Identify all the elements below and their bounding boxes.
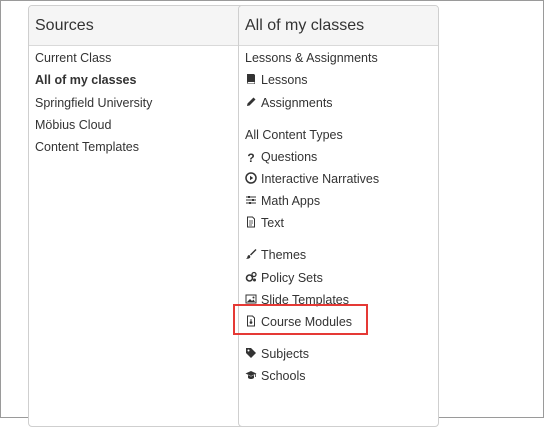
content-item-questions[interactable]: ? Questions [245, 149, 317, 165]
content-item-label: Schools [261, 369, 306, 383]
content-item-policy-sets[interactable]: Policy Sets [245, 270, 323, 286]
sources-panel-title: Sources [29, 6, 256, 46]
content-item-label: Text [261, 216, 284, 230]
book-icon [245, 73, 257, 85]
content-item-schools[interactable]: Schools [245, 368, 305, 384]
content-item-label: Lessons [261, 73, 308, 87]
content-item-label: Math Apps [261, 194, 321, 208]
source-item-content-templates[interactable]: Content Templates [35, 139, 139, 155]
play-circle-icon [245, 172, 257, 184]
content-item-themes[interactable]: Themes [245, 247, 306, 263]
content-item-interactive-narratives[interactable]: Interactive Narratives [245, 171, 379, 187]
content-item-assignments[interactable]: Assignments [245, 95, 333, 111]
content-item-label: Subjects [261, 347, 309, 361]
pencil-icon [245, 96, 257, 108]
source-item-all-classes[interactable]: All of my classes [35, 72, 136, 88]
content-item-label: Policy Sets [261, 271, 323, 285]
paintbrush-icon [245, 248, 257, 260]
source-item-mobius-cloud[interactable]: Möbius Cloud [35, 117, 111, 133]
section-title-lessons-assignments: Lessons & Assignments [245, 51, 378, 65]
content-item-subjects[interactable]: Subjects [245, 346, 309, 362]
sources-panel: Sources Current Class All of my classes … [28, 5, 257, 427]
classes-panel: All of my classes Lessons & Assignments … [238, 5, 439, 427]
classes-panel-title: All of my classes [239, 6, 438, 46]
source-item-current-class[interactable]: Current Class [35, 50, 111, 66]
gears-icon [245, 271, 257, 283]
content-item-label: Questions [261, 150, 318, 164]
content-item-text[interactable]: Text [245, 215, 284, 231]
content-item-label: Interactive Narratives [261, 172, 380, 186]
content-item-lessons[interactable]: Lessons [245, 72, 308, 88]
section-title-all-content-types: All Content Types [245, 128, 343, 142]
highlight-box [233, 304, 368, 335]
tag-icon [245, 347, 257, 359]
source-item-springfield[interactable]: Springfield University [35, 95, 152, 111]
sliders-icon [245, 194, 257, 206]
text-document-icon [245, 216, 257, 228]
question-mark-icon: ? [247, 151, 255, 165]
content-item-math-apps[interactable]: Math Apps [245, 193, 320, 209]
content-item-label: Assignments [261, 96, 333, 110]
graduation-cap-icon [245, 369, 257, 381]
content-item-label: Themes [261, 248, 307, 262]
